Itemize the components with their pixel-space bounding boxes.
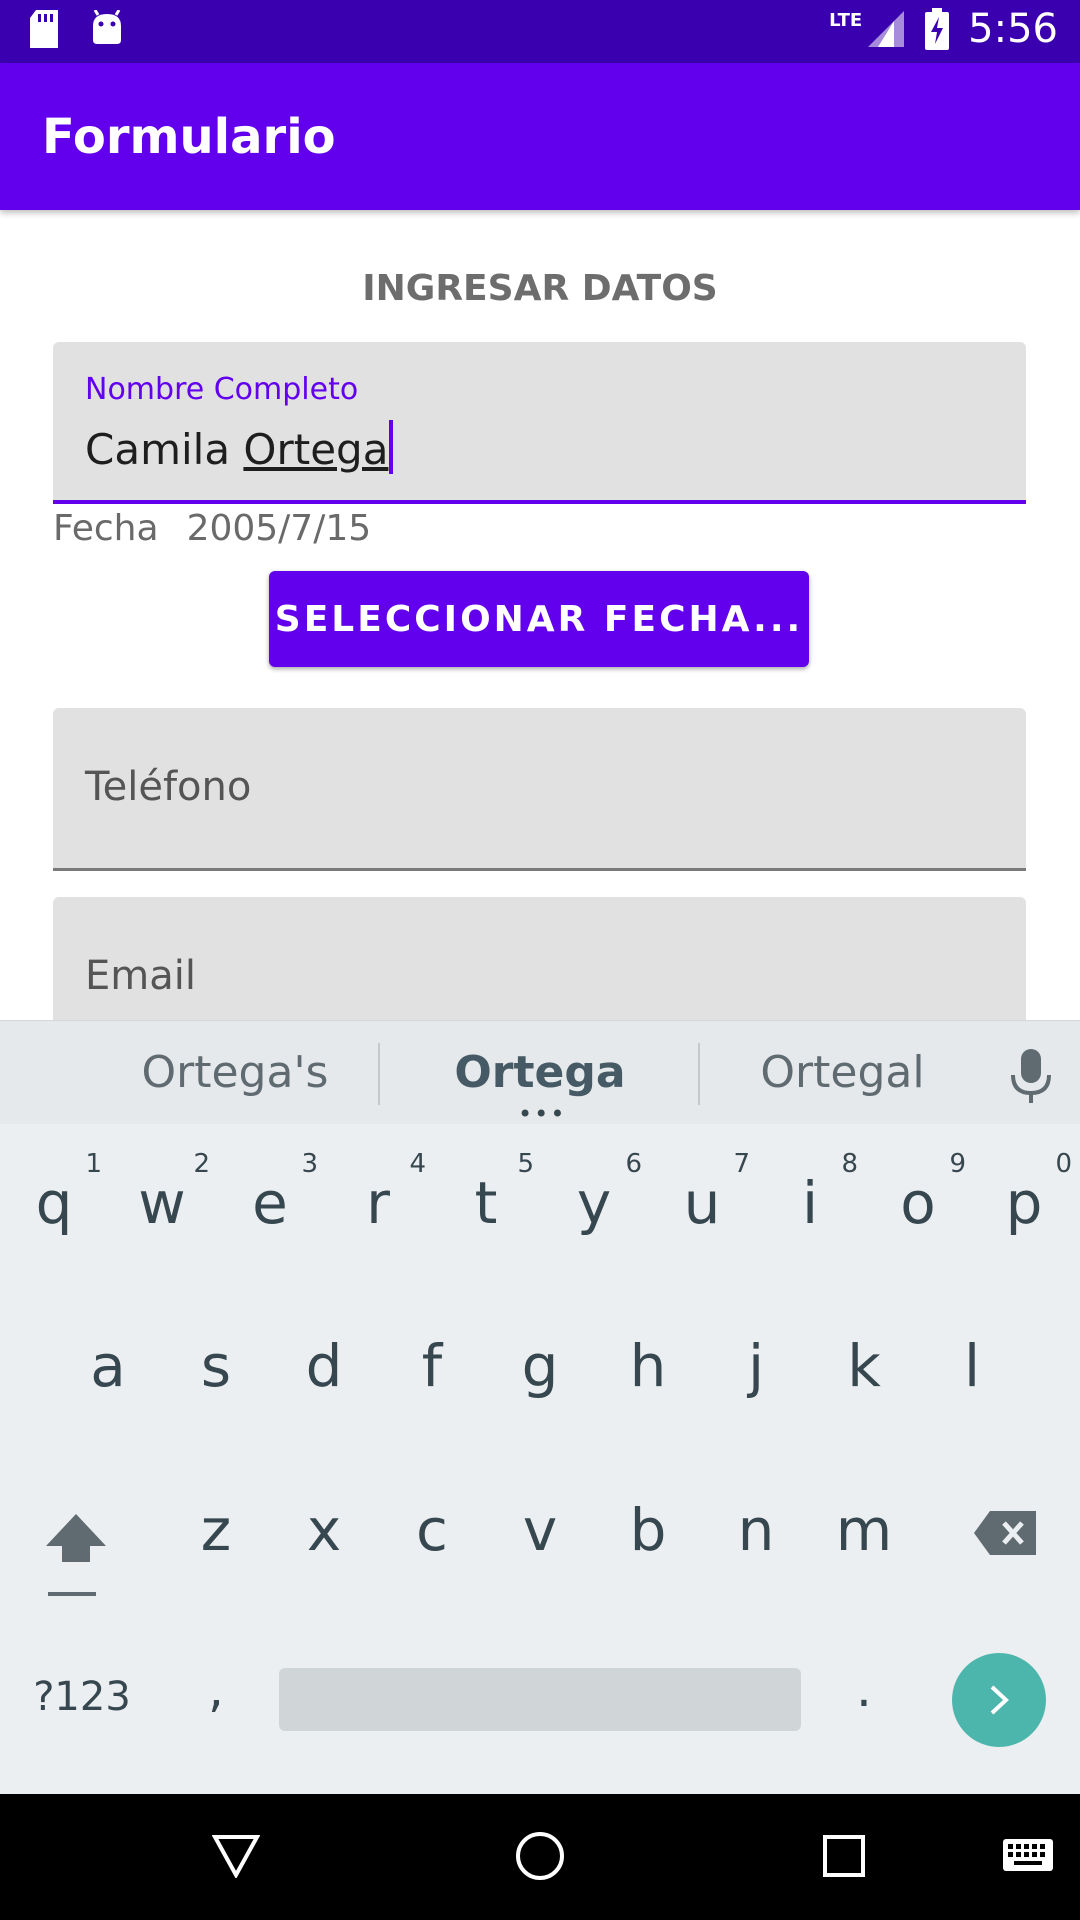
status-bar: LTE 5:56 (0, 0, 1080, 63)
key-x[interactable]: x (274, 1496, 374, 1564)
text-cursor (389, 420, 394, 474)
key-e[interactable]: e3 (220, 1149, 320, 1237)
section-title: INGRESAR DATOS (362, 268, 718, 309)
key-l[interactable]: l (922, 1332, 1022, 1400)
key-w[interactable]: w2 (112, 1149, 212, 1237)
key-i[interactable]: i8 (760, 1149, 860, 1237)
key-d[interactable]: d (274, 1332, 374, 1400)
more-suggestions-dots: ••• (518, 1100, 567, 1128)
symbols-key[interactable]: ?123 (22, 1674, 142, 1720)
full-name-value[interactable]: Camila Ortega (85, 420, 394, 474)
key-n[interactable]: n (706, 1496, 806, 1564)
cell-signal-icon (868, 11, 905, 47)
key-a[interactable]: a (58, 1332, 158, 1400)
sd-card-icon (30, 10, 58, 48)
key-p[interactable]: p0 (974, 1149, 1074, 1237)
suggestion-1[interactable]: Ortega's (130, 1047, 340, 1098)
phone-placeholder: Teléfono (85, 764, 252, 810)
period-key[interactable]: . (814, 1660, 914, 1718)
phone-field[interactable]: Teléfono (53, 708, 1026, 871)
key-r[interactable]: r4 (328, 1149, 428, 1237)
key-s[interactable]: s (166, 1332, 266, 1400)
key-u[interactable]: u7 (652, 1149, 752, 1237)
key-y[interactable]: y6 (544, 1149, 644, 1237)
full-name-field[interactable]: Nombre Completo Camila Ortega (53, 342, 1026, 504)
suggestion-divider (698, 1043, 700, 1105)
key-v[interactable]: v (490, 1496, 590, 1564)
key-q[interactable]: q1 (4, 1149, 104, 1237)
home-icon[interactable] (515, 1831, 565, 1881)
key-m[interactable]: m (814, 1496, 914, 1564)
date-value: 2005/7/15 (186, 508, 372, 549)
app-title: Formulario (42, 109, 336, 165)
key-g[interactable]: g (490, 1332, 590, 1400)
date-label: Fecha (53, 508, 159, 549)
keyboard-switch-icon[interactable] (1002, 1838, 1054, 1876)
full-name-first: Camila (85, 425, 244, 474)
key-k[interactable]: k (814, 1332, 914, 1400)
suggestion-bar: Ortega's Ortega ••• Ortegal (0, 1020, 1080, 1128)
back-icon[interactable] (212, 1834, 260, 1878)
suggestion-divider (378, 1043, 380, 1105)
lte-label: LTE (829, 9, 863, 31)
key-o[interactable]: o9 (868, 1149, 968, 1237)
battery-charging-icon (925, 8, 950, 50)
key-h[interactable]: h (598, 1332, 698, 1400)
next-key[interactable] (952, 1653, 1046, 1747)
chevron-right-icon (990, 1685, 1009, 1715)
key-t[interactable]: t5 (436, 1149, 536, 1237)
android-icon (93, 10, 121, 44)
microphone-icon[interactable] (1010, 1049, 1052, 1105)
email-placeholder: Email (85, 953, 196, 999)
navigation-bar (0, 1794, 1080, 1920)
key-z[interactable]: z (166, 1496, 266, 1564)
key-j[interactable]: j (706, 1332, 806, 1400)
backspace-icon[interactable] (972, 1509, 1038, 1557)
space-bar[interactable] (279, 1668, 801, 1731)
full-name-composing-word: Ortega (243, 425, 389, 474)
clock: 5:56 (968, 6, 1058, 52)
full-name-label: Nombre Completo (85, 372, 359, 407)
date-row: Fecha 2005/7/15 (53, 508, 371, 549)
email-field[interactable]: Email (53, 897, 1026, 1022)
recents-icon[interactable] (822, 1834, 866, 1878)
soft-keyboard: Ortega's Ortega ••• Ortegal q1 w2 e3 r4 … (0, 1020, 1080, 1794)
app-bar: Formulario (0, 63, 1080, 210)
shift-icon[interactable] (44, 1510, 108, 1600)
key-f[interactable]: f (382, 1332, 482, 1400)
comma-key[interactable]: , (166, 1660, 266, 1718)
key-c[interactable]: c (382, 1496, 482, 1564)
select-date-button[interactable]: SELECCIONAR FECHA... (269, 571, 809, 667)
key-b[interactable]: b (598, 1496, 698, 1564)
suggestion-3[interactable]: Ortegal (740, 1047, 945, 1098)
suggestion-2[interactable]: Ortega (430, 1047, 650, 1098)
